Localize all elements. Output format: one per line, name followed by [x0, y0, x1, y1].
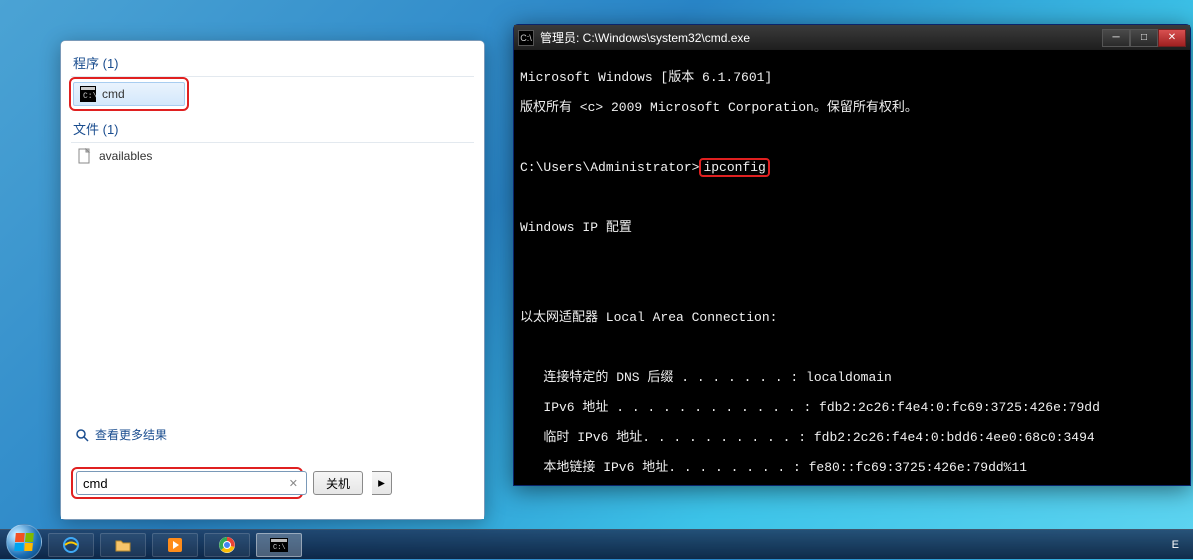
taskbar-item-ie[interactable]: [48, 533, 94, 557]
start-menu-panel: 程序 (1) C:\ cmd 文件 (1) availables 查看更多结果 …: [60, 40, 485, 520]
cmd-icon: C:\: [80, 86, 96, 102]
programs-category-header: 程序 (1): [71, 49, 474, 77]
cmd-line: [520, 280, 1184, 295]
cmd-output[interactable]: Microsoft Windows [版本 6.1.7601] 版权所有 <c>…: [514, 51, 1190, 485]
highlight-box-ipconfig: ipconfig: [699, 158, 769, 177]
see-more-results-label: 查看更多结果: [95, 426, 167, 443]
file-icon: [77, 148, 93, 164]
shutdown-options-button[interactable]: ▸: [372, 471, 392, 495]
taskbar-item-chrome[interactable]: [204, 533, 250, 557]
cmd-line: [520, 130, 1184, 145]
media-player-icon: [166, 536, 184, 554]
folder-icon: [114, 536, 132, 554]
cmd-line: Windows IP 配置: [520, 220, 1184, 235]
search-result-cmd[interactable]: C:\ cmd: [73, 82, 185, 106]
cmd-window-title: 管理员: C:\Windows\system32\cmd.exe: [540, 29, 1096, 46]
start-button[interactable]: [6, 524, 42, 560]
svg-text:C:\: C:\: [273, 544, 286, 552]
see-more-results-link[interactable]: 查看更多结果: [75, 426, 167, 443]
taskbar-item-media[interactable]: [152, 533, 198, 557]
search-result-availables[interactable]: availables: [71, 145, 474, 167]
cmd-line: [520, 340, 1184, 355]
start-menu-bottom-row: ✕ 关机 ▸: [71, 461, 474, 505]
maximize-button[interactable]: □: [1130, 29, 1158, 47]
taskbar-item-explorer[interactable]: [100, 533, 146, 557]
cmd-line: Microsoft Windows [版本 6.1.7601]: [520, 70, 1184, 85]
windows-logo-icon: [14, 533, 34, 551]
cmd-line: [520, 190, 1184, 205]
cmd-line: 版权所有 <c> 2009 Microsoft Corporation。保留所有…: [520, 100, 1184, 115]
taskbar-item-cmd[interactable]: C:\: [256, 533, 302, 557]
cmd-window: C:\ 管理员: C:\Windows\system32\cmd.exe ─ □…: [513, 24, 1191, 486]
cmd-line: 临时 IPv6 地址. . . . . . . . . . : fdb2:2c2…: [520, 430, 1184, 445]
cmd-line: 以太网适配器 Local Area Connection:: [520, 310, 1184, 325]
search-result-label: availables: [99, 149, 152, 163]
taskbar: C:\ E: [0, 529, 1193, 559]
chrome-icon: [218, 536, 236, 554]
ie-icon: [62, 536, 80, 554]
cmd-line: IPv6 地址 . . . . . . . . . . . . : fdb2:2…: [520, 400, 1184, 415]
minimize-icon: ─: [1112, 32, 1119, 43]
chevron-right-icon: ▸: [378, 475, 385, 491]
close-icon: ✕: [1168, 32, 1176, 43]
clear-search-icon[interactable]: ✕: [289, 477, 298, 490]
taskbar-tray[interactable]: E: [1164, 539, 1187, 551]
cmd-window-icon: C:\: [518, 30, 534, 46]
window-control-buttons: ─ □ ✕: [1102, 29, 1186, 47]
cmd-icon: C:\: [270, 538, 288, 552]
search-icon: [75, 428, 89, 442]
highlight-box-search-input: ✕: [71, 467, 303, 499]
cmd-line-prompt: C:\Users\Administrator>ipconfig: [520, 160, 1184, 175]
cmd-line: [520, 250, 1184, 265]
cmd-titlebar[interactable]: C:\ 管理员: C:\Windows\system32\cmd.exe ─ □…: [514, 25, 1190, 51]
search-result-label: cmd: [102, 87, 125, 101]
svg-text:C:\: C:\: [83, 92, 96, 101]
cmd-line: 连接特定的 DNS 后缀 . . . . . . . : localdomain: [520, 370, 1184, 385]
highlight-box-cmd-result: C:\ cmd: [69, 77, 189, 111]
shutdown-button[interactable]: 关机: [313, 471, 363, 495]
close-button[interactable]: ✕: [1158, 29, 1186, 47]
tray-language-indicator: E: [1172, 539, 1179, 551]
maximize-icon: □: [1141, 32, 1147, 43]
start-search-input[interactable]: [76, 471, 307, 495]
cmd-line: 本地链接 IPv6 地址. . . . . . . . : fe80::fc69…: [520, 460, 1184, 475]
minimize-button[interactable]: ─: [1102, 29, 1130, 47]
files-category-header: 文件 (1): [71, 115, 474, 143]
shutdown-label: 关机: [326, 475, 350, 492]
start-menu-results: 程序 (1) C:\ cmd 文件 (1) availables: [61, 41, 484, 519]
